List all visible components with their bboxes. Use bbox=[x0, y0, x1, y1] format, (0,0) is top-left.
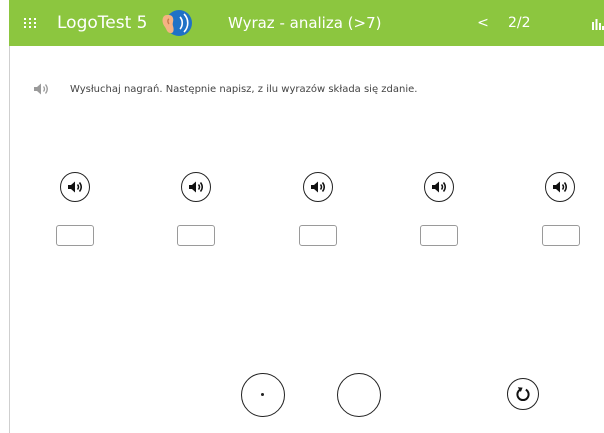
word-count-input-5[interactable] bbox=[542, 225, 580, 246]
ear-logo-icon bbox=[162, 10, 192, 36]
prev-page-button[interactable]: < bbox=[477, 12, 489, 34]
speaker-icon bbox=[189, 181, 203, 193]
dot-button[interactable] bbox=[241, 373, 285, 417]
instruction-text: Wysłuchaj nagrań. Następnie napisz, z il… bbox=[70, 84, 418, 95]
grid-icon[interactable] bbox=[23, 16, 37, 30]
reset-icon bbox=[516, 387, 530, 401]
word-count-input-3[interactable] bbox=[299, 225, 337, 246]
play-word-4-button[interactable] bbox=[424, 172, 454, 202]
word-count-input-2[interactable] bbox=[177, 225, 215, 246]
stats-icon[interactable] bbox=[591, 17, 604, 30]
play-word-3-button[interactable] bbox=[303, 172, 333, 202]
page-counter: 2/2 bbox=[508, 15, 531, 31]
word-count-input-4[interactable] bbox=[420, 225, 458, 246]
reset-button[interactable] bbox=[507, 378, 539, 410]
content-left-border bbox=[9, 46, 10, 433]
word-count-input-1[interactable] bbox=[56, 225, 94, 246]
play-word-1-button[interactable] bbox=[60, 172, 90, 202]
play-word-5-button[interactable] bbox=[545, 172, 575, 202]
top-bar: LogoTest 5 Wyraz - analiza (>7) < 2/2 bbox=[9, 0, 604, 46]
dot-icon bbox=[261, 393, 264, 396]
play-word-2-button[interactable] bbox=[181, 172, 211, 202]
empty-circle-button[interactable] bbox=[337, 373, 381, 417]
speaker-icon bbox=[553, 181, 567, 193]
speaker-icon bbox=[68, 181, 82, 193]
speaker-icon bbox=[311, 181, 325, 193]
speaker-icon bbox=[432, 181, 446, 193]
speaker-icon[interactable] bbox=[33, 82, 49, 96]
app-title: LogoTest 5 bbox=[57, 13, 148, 33]
module-title: Wyraz - analiza (>7) bbox=[228, 14, 382, 32]
